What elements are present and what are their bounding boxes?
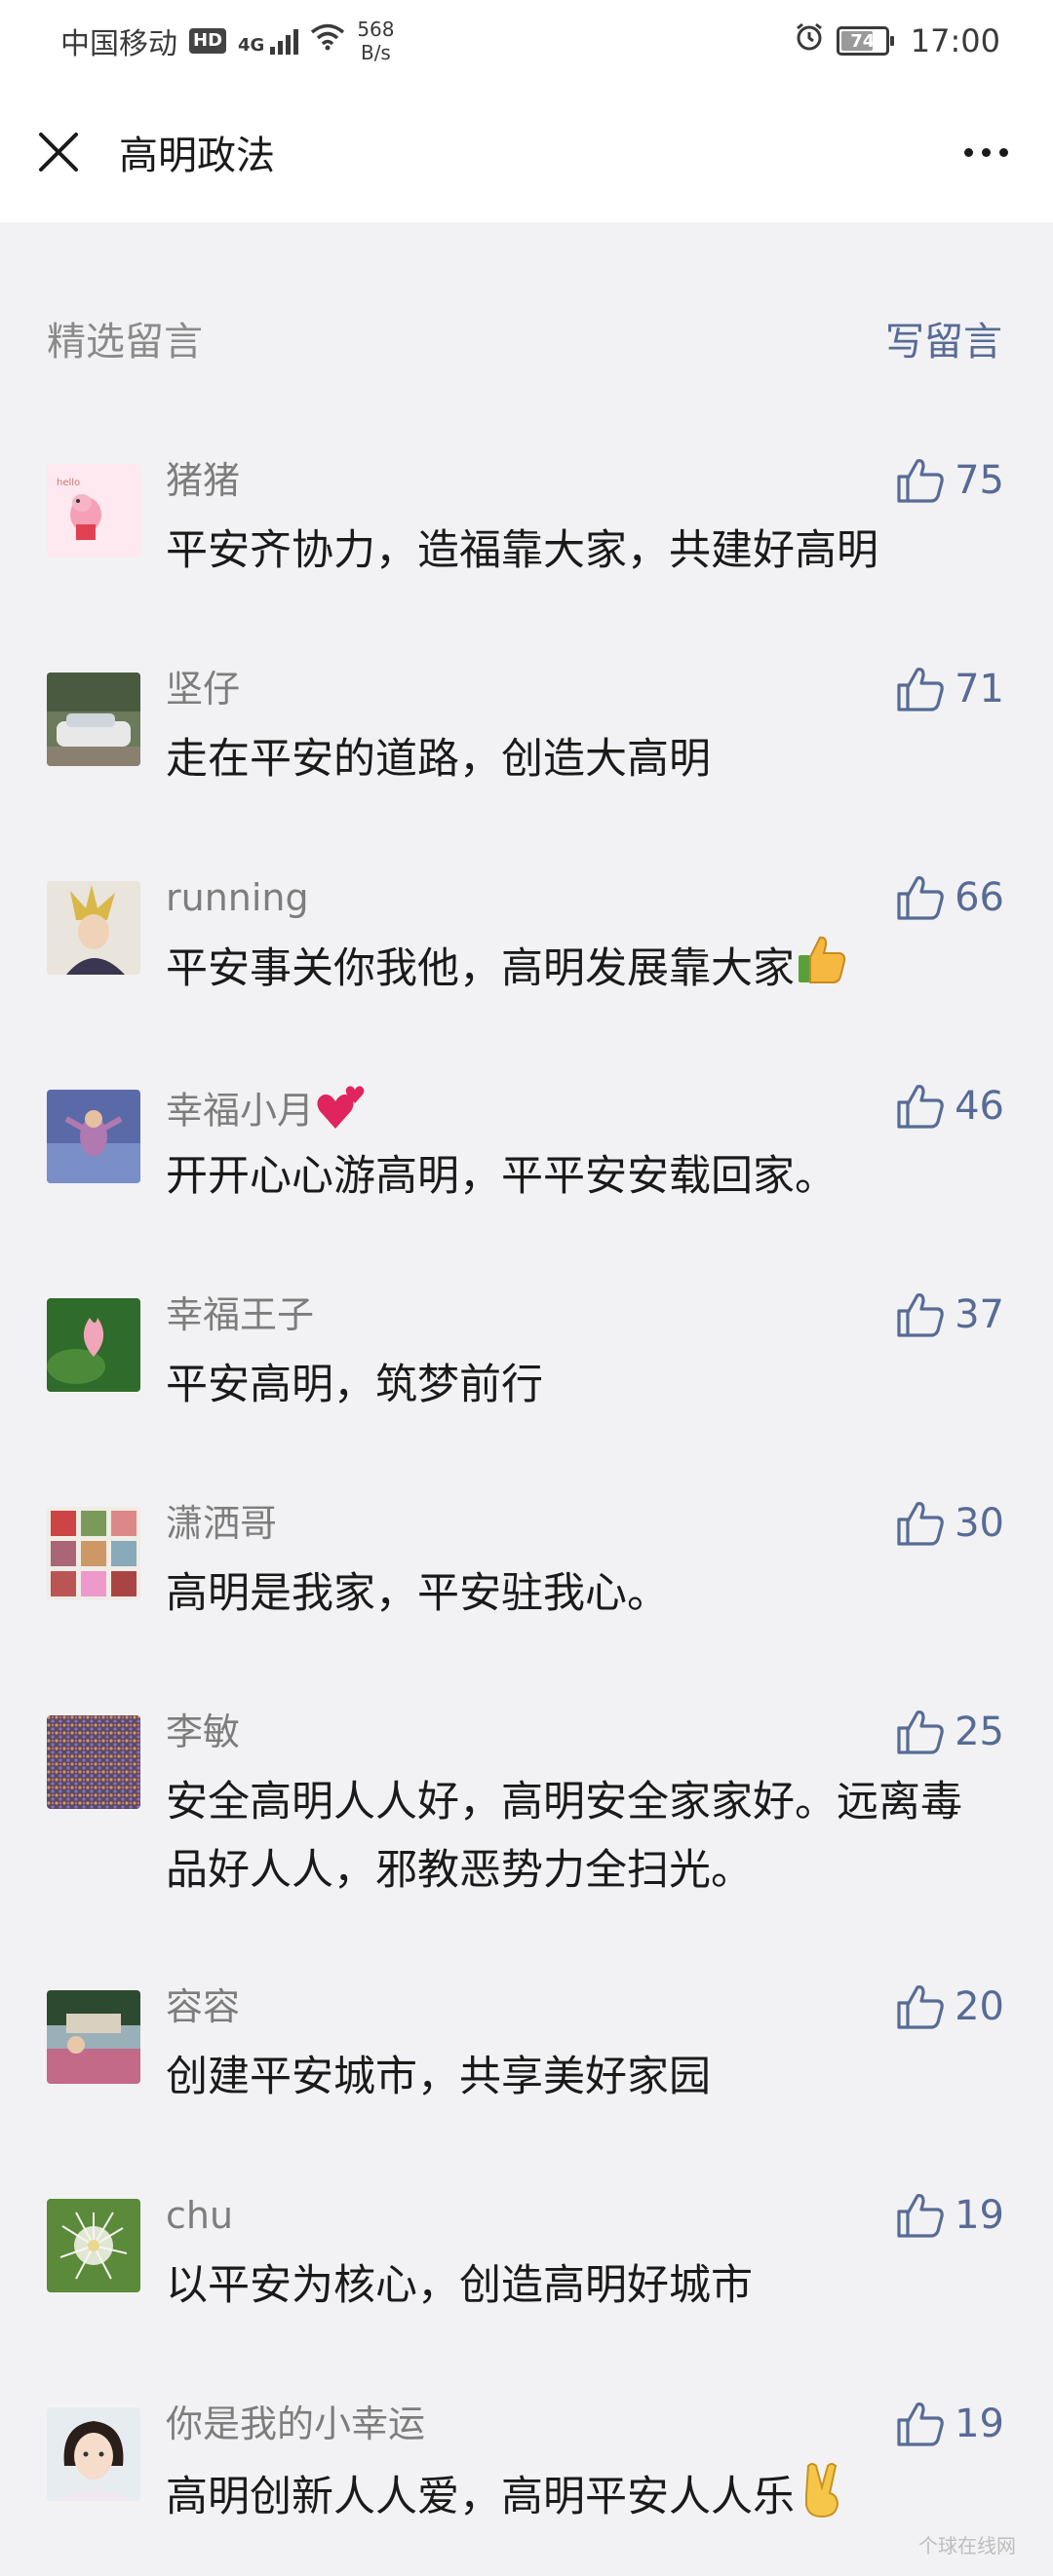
like-count: 75 (955, 458, 1004, 503)
thumbs-up-emoji-icon (795, 934, 849, 1009)
thumbs-up-icon (897, 668, 944, 711)
thumbs-up-icon (897, 2194, 944, 2238)
like-button[interactable]: 75 (896, 456, 1004, 505)
battery-icon: 74 (836, 26, 894, 56)
avatar[interactable] (47, 1298, 140, 1392)
avatar[interactable] (47, 1990, 140, 2084)
commenter-name: 李敏 (166, 1711, 241, 1753)
avatar[interactable] (47, 2199, 140, 2292)
hd-badge: HD (189, 28, 227, 54)
battery-percent: 74 (850, 30, 876, 52)
thumbs-up-icon (897, 1985, 944, 2029)
thumbs-up-icon (897, 1293, 944, 1337)
comment-text: 高明是我家，平安驻我心。 (166, 1569, 669, 1618)
commenter-name: 你是我的小幸运 (166, 2403, 426, 2445)
like-button[interactable]: 19 (896, 2191, 1004, 2240)
commenter-name: 幸福王子 (166, 1293, 315, 1336)
like-button[interactable]: 25 (896, 1708, 1004, 1756)
like-button[interactable]: 46 (896, 1082, 1004, 1131)
write-comment-link[interactable]: 写留言 (885, 310, 1002, 366)
thumbs-up-icon (897, 1502, 944, 1546)
commenter-name: 幸福小月 (166, 1082, 369, 1144)
commenter-name: chu (166, 2194, 234, 2237)
commenter-name: running (166, 876, 309, 919)
like-count: 30 (955, 1501, 1004, 1546)
victory-hand-emoji-icon (795, 2460, 849, 2539)
page-title: 高明政法 (119, 134, 275, 178)
speed-unit: B/s (360, 41, 391, 64)
thumbs-up-icon (897, 459, 944, 503)
commenter-name-text: 幸福小月 (166, 1089, 315, 1133)
status-right: 74 17:00 (794, 21, 1000, 60)
comment-text: 平安齐协力，造福靠大家，共建好高明 (166, 526, 878, 575)
comment-text: 平安事关你我他，高明发展靠大家 (166, 934, 996, 1009)
commenter-name: 猪猪 (166, 459, 241, 502)
like-count: 71 (955, 667, 1004, 711)
avatar[interactable] (47, 1715, 140, 1809)
network-type: 4G (238, 35, 265, 56)
close-button[interactable] (35, 129, 82, 175)
like-count: 66 (955, 875, 1004, 920)
more-dot (999, 147, 1008, 157)
like-count: 20 (955, 1984, 1004, 2029)
thumbs-up-icon (897, 1711, 944, 1754)
comment-text-content: 高明创新人人爱，高明平安人人乐 (166, 2473, 795, 2521)
comment-text: 安全高明人人好，高明安全家家好。远离毒品好人人，邪教恶势力全扫光。 (166, 1778, 962, 1895)
like-count: 25 (955, 1710, 1004, 1754)
like-count: 19 (955, 2193, 1004, 2238)
comment-text: 创建平安城市，共享美好家园 (166, 2053, 711, 2101)
more-dot (964, 147, 973, 157)
section-title: 精选留言 (47, 320, 203, 365)
like-button[interactable]: 66 (896, 873, 1004, 922)
commenter-name: 容容 (166, 1985, 241, 2028)
like-button[interactable]: 19 (896, 2400, 1004, 2448)
like-button[interactable]: 71 (896, 665, 1004, 713)
network-speed: 568 B/s (357, 18, 394, 64)
wifi-icon (310, 23, 345, 58)
speed-value: 568 (357, 18, 395, 41)
avatar[interactable]: hello (47, 464, 140, 557)
thumbs-up-icon (897, 876, 944, 920)
avatar[interactable] (47, 1090, 140, 1183)
thumbs-up-icon (897, 1085, 944, 1129)
close-icon (39, 133, 78, 172)
comment-text: 走在平安的道路，创造大高明 (166, 735, 711, 784)
status-bar: 中国移动 HD 4G 568 B/s 74 17:00 (0, 0, 1053, 82)
alarm-icon (794, 21, 825, 60)
signal-icon (270, 27, 299, 55)
top-nav-bar: 高明政法 (0, 82, 1053, 222)
like-button[interactable]: 20 (896, 1982, 1004, 2031)
commenter-name: 潇洒哥 (166, 1502, 278, 1545)
svg-text:hello: hello (57, 478, 80, 488)
commenter-name: 坚仔 (166, 668, 241, 711)
like-count: 46 (955, 1084, 1004, 1129)
thumbs-up-icon (897, 2403, 944, 2446)
status-left: 中国移动 HD 4G 568 B/s (60, 18, 395, 64)
more-button[interactable] (955, 138, 1018, 167)
more-dot (982, 147, 991, 157)
avatar[interactable] (47, 673, 140, 766)
avatar[interactable] (47, 881, 140, 975)
comment-text: 以平安为核心，创造高明好城市 (166, 2261, 753, 2310)
avatar[interactable] (47, 1507, 140, 1600)
comment-text: 平安高明，筑梦前行 (166, 1361, 543, 1409)
comment-text: 开开心心游高明，平平安安载回家。 (166, 1152, 837, 1201)
two-hearts-emoji-icon (314, 1082, 369, 1144)
like-count: 37 (955, 1292, 1004, 1337)
like-button[interactable]: 30 (896, 1499, 1004, 1548)
comments-section-header: 精选留言 写留言 (0, 310, 1053, 366)
comment-text: 高明创新人人爱，高明平安人人乐 (166, 2460, 996, 2539)
like-count: 19 (955, 2402, 1004, 2446)
comment-text-content: 平安事关你我他，高明发展靠大家 (166, 944, 795, 993)
carrier-label: 中国移动 (60, 27, 177, 61)
watermark: 个球在线网 (918, 2534, 1016, 2557)
avatar[interactable] (47, 2407, 140, 2501)
clock: 17:00 (910, 22, 1000, 59)
like-button[interactable]: 37 (896, 1290, 1004, 1339)
